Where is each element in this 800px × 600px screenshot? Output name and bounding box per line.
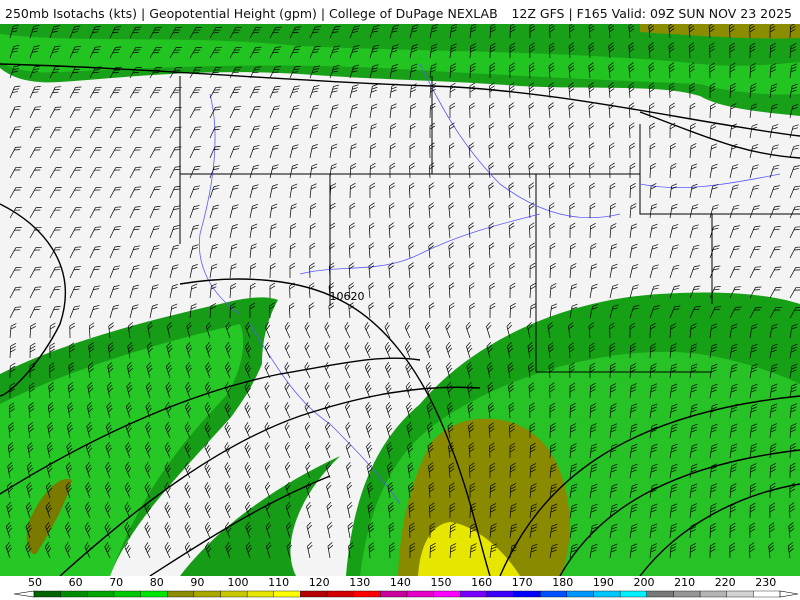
colorbar-tick-label: 220: [715, 576, 736, 589]
colorbar-swatch: [619, 590, 647, 598]
colorbar-tick-label: 130: [349, 576, 370, 589]
colorbar-swatch: [593, 590, 621, 598]
colorbar-min-arrow: [13, 590, 35, 598]
colorbar-swatch: [193, 590, 221, 598]
colorbar-swatch: [33, 590, 61, 598]
colorbar-tick-label: 200: [634, 576, 655, 589]
colorbar-swatch: [87, 590, 115, 598]
colorbar-swatch: [140, 590, 168, 598]
colorbar-tick-label: 190: [593, 576, 614, 589]
colorbar-max-arrow: [779, 590, 799, 598]
colorbar-swatch: [406, 590, 434, 598]
colorbar-swatch: [167, 590, 195, 598]
colorbar-swatch: [460, 590, 488, 598]
colorbar-swatch: [673, 590, 701, 598]
colorbar-tick-label: 140: [390, 576, 411, 589]
colorbar-tick-label: 180: [552, 576, 573, 589]
colorbar-swatch: [646, 590, 674, 598]
colorbar-tick-label: 110: [268, 576, 289, 589]
colorbar-tick-label: 230: [755, 576, 776, 589]
colorbar-tick-label: 210: [674, 576, 695, 589]
colorbar-swatch: [326, 590, 354, 598]
colorbar-swatch: [699, 590, 727, 598]
colorbar-swatch: [380, 590, 408, 598]
colorbar-swatch: [486, 590, 514, 598]
colorbar-swatch: [220, 590, 248, 598]
colorbar-tick-label: 70: [109, 576, 123, 589]
isotach-colorbar: 50 60 70 80 90 100 110 120 130 140 150 160 170 180 190…: [0, 576, 800, 600]
colorbar-swatch: [300, 590, 328, 598]
header-bar: 250mb Isotachs (kts) | Geopotential Heig…: [0, 0, 800, 24]
colorbar-swatch: [540, 590, 568, 598]
product-title: 250mb Isotachs (kts) | Geopotential Heig…: [5, 6, 498, 21]
colorbar-swatch: [566, 590, 594, 598]
colorbar-tick-label: 100: [228, 576, 249, 589]
colorbar-swatch: [753, 590, 781, 598]
colorbar-tick-label: 150: [431, 576, 452, 589]
colorbar-swatch: [353, 590, 381, 598]
colorbar-tick-label: 80: [150, 576, 164, 589]
colorbar-swatch: [513, 590, 541, 598]
colorbar-tick-label: 60: [69, 576, 83, 589]
colorbar-swatch: [433, 590, 461, 598]
colorbar-swatch: [273, 590, 301, 598]
colorbar-swatch: [60, 590, 88, 598]
colorbar-tick-label: 90: [190, 576, 204, 589]
colorbar-tick-label: 160: [471, 576, 492, 589]
model-valid-time: 12Z GFS | F165 Valid: 09Z SUN NOV 23 202…: [511, 6, 792, 21]
height-label: 10620: [330, 290, 365, 303]
colorbar-swatch: [246, 590, 274, 598]
colorbar-tick-label: 50: [28, 576, 42, 589]
colorbar-tick-label: 120: [309, 576, 330, 589]
colorbar-tick-label: 170: [512, 576, 533, 589]
colorbar-swatch: [726, 590, 754, 598]
colorbar-swatch: [113, 590, 141, 598]
isotach-map: 10620: [0, 24, 800, 576]
